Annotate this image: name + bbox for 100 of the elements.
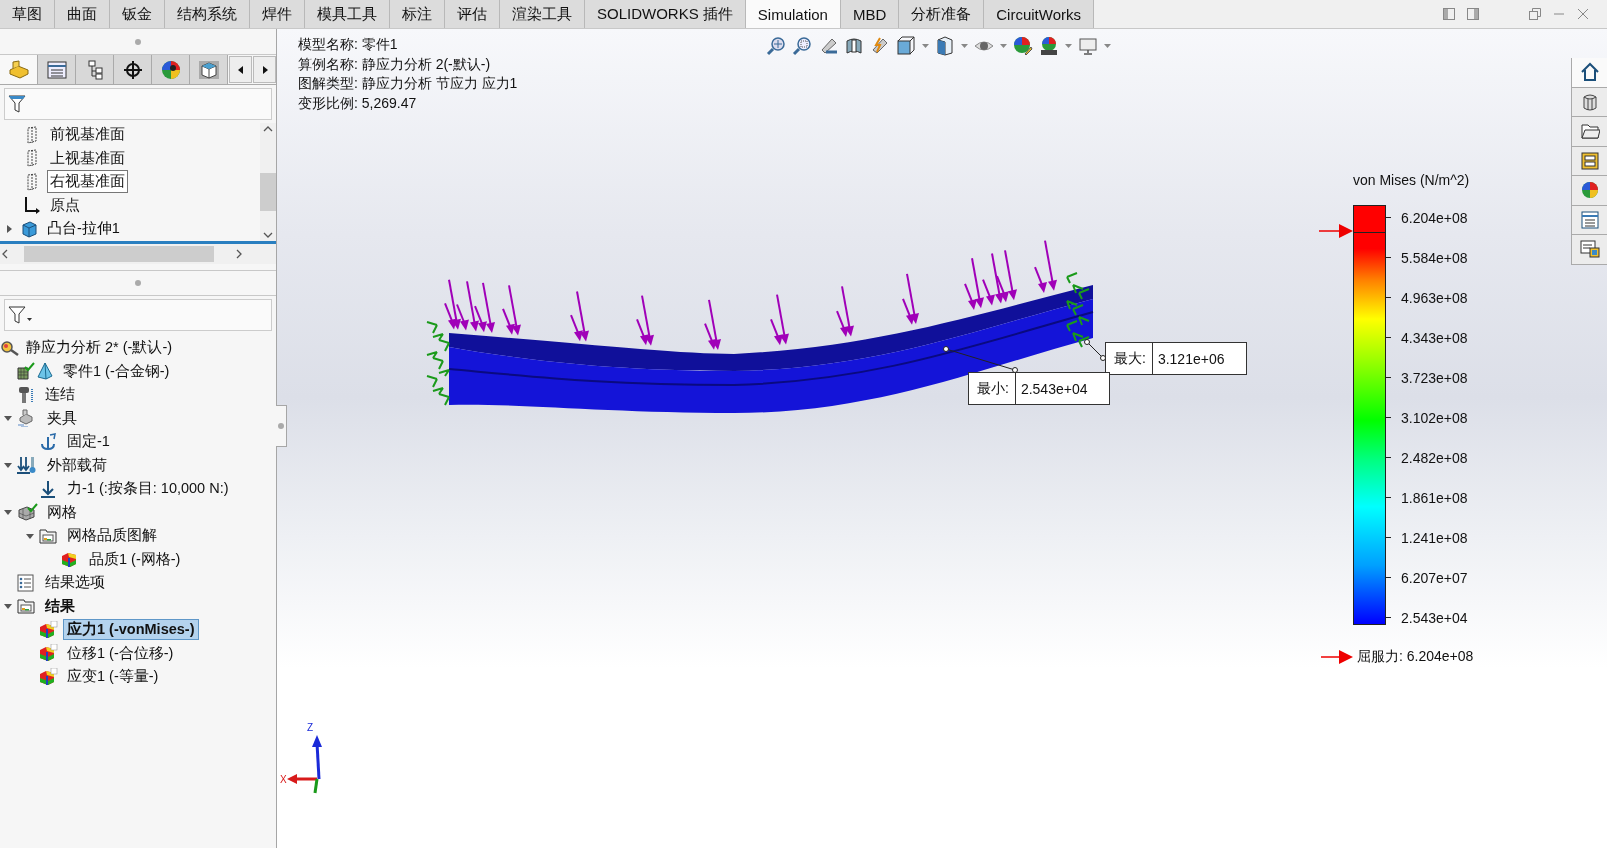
toolbar-button[interactable] (870, 36, 890, 56)
scrollbar[interactable] (260, 123, 276, 241)
ribbon-tab[interactable]: MBD (840, 0, 900, 28)
tree-item[interactable]: 原点 (47, 193, 83, 217)
mesh-box-icon (16, 362, 36, 381)
color-block-icon (38, 667, 58, 686)
cube-icon (20, 219, 38, 238)
minimize-icon (1553, 13, 1565, 15)
ribbon-tab[interactable]: 钣金 (110, 0, 165, 28)
toolbar-button[interactable] (935, 36, 955, 56)
tree-item[interactable]: 前视基准面 (47, 123, 128, 147)
caret-icon[interactable] (1065, 44, 1072, 48)
caret-icon[interactable] (1000, 44, 1007, 48)
ribbon-tab[interactable]: 结构系统 (165, 0, 250, 28)
tree-item[interactable]: 静应力分析 2* (-默认-) (22, 337, 177, 359)
task-pane-button[interactable] (1572, 117, 1607, 147)
ribbon-tab[interactable]: 分析准备 (899, 0, 985, 28)
tree-item[interactable]: 网格品质图解 (63, 525, 161, 547)
ribbon-tab[interactable]: SOLIDWORKS 插件 (585, 0, 746, 28)
ribbon-tab[interactable]: 评估 (445, 0, 500, 28)
splitter-handle[interactable] (135, 280, 141, 286)
down-arrow-icon (38, 479, 58, 498)
anchor-icon (38, 432, 58, 451)
mesh-box-icon (16, 503, 38, 522)
yield-strength-text: 屈服力: 6.204e+08 (1357, 648, 1474, 666)
ribbon-tab[interactable]: 焊件 (250, 0, 305, 28)
scroll-right-button[interactable] (253, 56, 276, 83)
filter-field[interactable] (4, 88, 272, 120)
ribbon-tab[interactable]: 标注 (390, 0, 445, 28)
tree-item[interactable]: 结果选项 (41, 572, 109, 594)
tree-item[interactable]: 外部载荷 (43, 454, 111, 476)
tree-item[interactable]: 上视基准面 (47, 146, 128, 170)
close-button[interactable] (1577, 8, 1589, 20)
task-pane-button[interactable] (1572, 176, 1607, 206)
color-ball-icon (1579, 180, 1600, 201)
task-pane-button[interactable] (1572, 205, 1607, 235)
restore-button[interactable] (1529, 8, 1541, 20)
section-view-icon (844, 36, 864, 56)
tree-item[interactable]: 连结 (41, 384, 79, 406)
callout-label: 最小: (969, 373, 1016, 404)
color-block-icon (38, 620, 58, 639)
panel-collapse-handle[interactable] (276, 405, 287, 447)
info-text: 图解类型: 静应力分析 节应力 应力1 (298, 74, 518, 93)
task-pane-button[interactable] (1572, 235, 1607, 265)
ribbon-tab[interactable]: 模具工具 (305, 0, 390, 28)
caret-icon[interactable] (922, 44, 929, 48)
filter-field[interactable] (4, 299, 272, 331)
toolbar-button[interactable] (766, 36, 786, 56)
scroll-left-button[interactable] (229, 56, 253, 83)
info-text: 模型名称: 零件1 (298, 35, 399, 54)
filter-icon (8, 94, 26, 114)
caret-icon[interactable] (961, 44, 968, 48)
ribbon-tab[interactable]: CircuitWorks (984, 0, 1094, 28)
toolbar-button[interactable] (792, 36, 812, 56)
tree-item[interactable]: 固定-1 (63, 431, 114, 453)
tree-item[interactable]: 凸台-拉伸1 (44, 217, 123, 241)
scale-label: 1.861e+08 (1401, 490, 1468, 506)
axis-label: Z (307, 722, 314, 733)
tree-item[interactable]: 应力1 (-vonMises-) (63, 619, 199, 641)
pyramid-icon (36, 362, 54, 381)
toolbar-button[interactable] (896, 36, 916, 56)
close-icon (1577, 8, 1589, 20)
axis-triad-drawing (287, 735, 322, 794)
caret-icon[interactable] (1104, 44, 1111, 48)
scale-label: 2.482e+08 (1401, 450, 1468, 466)
toolbar-button[interactable] (844, 36, 864, 56)
screen-cube-icon (1579, 239, 1600, 260)
panel-tab[interactable] (114, 55, 153, 84)
tree-item[interactable]: 零件1 (-合金钢-) (59, 360, 174, 382)
tree-item[interactable]: 右视基准面 (47, 170, 128, 194)
left-chevron-icon (0, 248, 10, 260)
tree-item[interactable]: 品质1 (-网格-) (85, 548, 185, 570)
panel-tab[interactable] (76, 55, 115, 84)
tree-item[interactable]: 结果 (41, 595, 79, 617)
right-triangle-icon (260, 64, 269, 75)
callout-value: 2.543e+04 (1019, 380, 1089, 397)
tree-item[interactable]: 应变1 (-等量-) (63, 666, 163, 688)
bolt-icon (16, 385, 36, 404)
tree-item[interactable]: 网格 (43, 501, 81, 523)
task-pane-button[interactable] (1572, 146, 1607, 176)
ribbon-tab[interactable]: Simulation (745, 0, 841, 28)
crosshair-icon (121, 59, 144, 80)
home-icon (1579, 62, 1600, 83)
toolbar-button[interactable] (1013, 36, 1033, 56)
folder-icon (38, 526, 58, 545)
tree-item[interactable]: 力-1 (:按条目: 10,000 N:) (63, 478, 233, 500)
ribbon-tab[interactable]: 曲面 (55, 0, 110, 28)
splitter-handle[interactable] (135, 38, 141, 45)
scrollbar[interactable] (0, 244, 276, 264)
ribbon-tab[interactable]: 草图 (0, 0, 55, 28)
tree-item[interactable]: 位移1 (-合位移-) (63, 642, 178, 664)
scale-label: 3.723e+08 (1401, 370, 1468, 386)
task-pane-button[interactable] (1572, 87, 1607, 117)
cube-icon (197, 59, 220, 80)
ribbon-tab[interactable]: 渲染工具 (500, 0, 585, 28)
task-pane-button[interactable] (1572, 58, 1607, 88)
load-icon (16, 456, 38, 475)
panel-tab[interactable] (152, 55, 191, 84)
toolbar-button[interactable] (1039, 36, 1059, 56)
tree-item[interactable]: 夹具 (43, 407, 81, 429)
